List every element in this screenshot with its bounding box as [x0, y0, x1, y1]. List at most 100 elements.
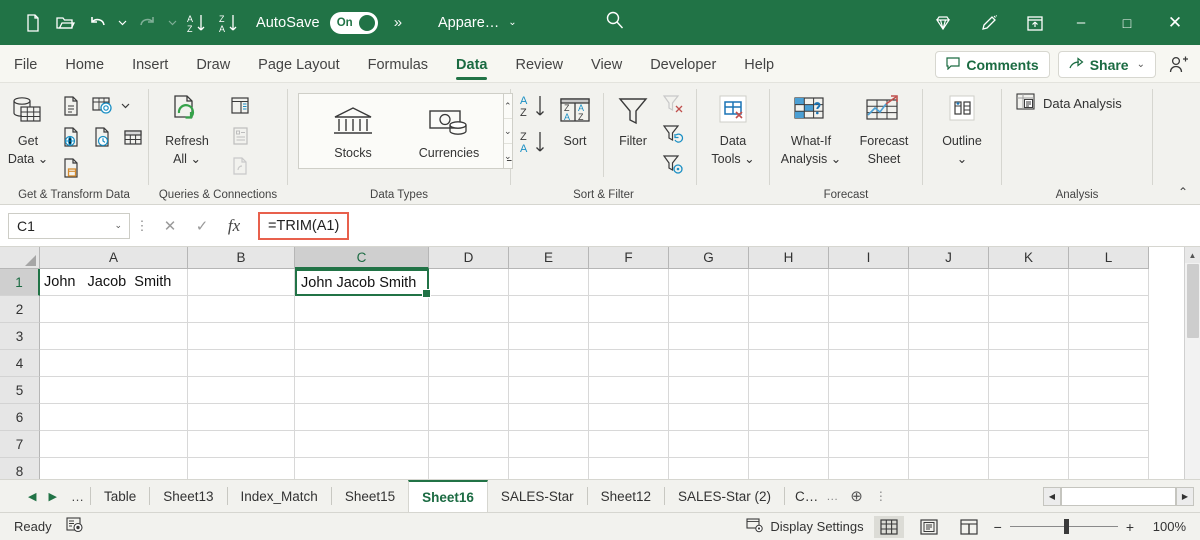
cell-C5[interactable]	[295, 377, 429, 404]
cell-E5[interactable]	[509, 377, 589, 404]
sheet-tab-sheet13[interactable]: Sheet13	[150, 480, 226, 512]
column-header-g[interactable]: G	[669, 247, 749, 269]
cell-J7[interactable]	[909, 431, 989, 458]
cell-B8[interactable]	[188, 458, 295, 479]
cell-F4[interactable]	[589, 350, 669, 377]
formula-bar-grip[interactable]: ⋮	[130, 218, 154, 234]
cell-J6[interactable]	[909, 404, 989, 431]
cell-H3[interactable]	[749, 323, 829, 350]
column-header-l[interactable]: L	[1069, 247, 1149, 269]
autosave-toggle[interactable]: On	[329, 11, 378, 34]
zoom-level[interactable]: 100%	[1144, 519, 1186, 534]
cell-F2[interactable]	[589, 296, 669, 323]
row-header-2[interactable]: 2	[0, 296, 40, 323]
cell-D3[interactable]	[429, 323, 509, 350]
sheet-tab-partial[interactable]: C…	[785, 480, 822, 512]
tab-insert[interactable]: Insert	[118, 48, 182, 82]
cell-E6[interactable]	[509, 404, 589, 431]
cell-F6[interactable]	[589, 404, 669, 431]
cell-G5[interactable]	[669, 377, 749, 404]
cell-G7[interactable]	[669, 431, 749, 458]
recent-sources-icon[interactable]	[87, 122, 117, 152]
cell-J4[interactable]	[909, 350, 989, 377]
open-folder-icon[interactable]	[50, 8, 80, 38]
from-table-range-icon[interactable]	[118, 122, 148, 152]
new-file-icon[interactable]	[18, 8, 48, 38]
cell-L8[interactable]	[1069, 458, 1149, 479]
share-button[interactable]: Share ⌄	[1057, 51, 1156, 78]
existing-connections-icon[interactable]	[56, 153, 86, 183]
filter-button[interactable]: Filter	[608, 89, 658, 151]
cell-L6[interactable]	[1069, 404, 1149, 431]
data-types-gallery[interactable]: Stocks Currencies	[298, 93, 504, 169]
cell-J8[interactable]	[909, 458, 989, 479]
collapse-ribbon-icon[interactable]: ⌃	[1172, 182, 1194, 202]
cell-A3[interactable]	[40, 323, 188, 350]
sheet-tab-sales-star-2[interactable]: SALES-Star (2)	[665, 480, 784, 512]
cell-G2[interactable]	[669, 296, 749, 323]
column-header-h[interactable]: H	[749, 247, 829, 269]
close-button[interactable]: ✕	[1150, 0, 1200, 45]
row-header-6[interactable]: 6	[0, 404, 40, 431]
select-all-corner[interactable]	[0, 247, 40, 269]
cell-F7[interactable]	[589, 431, 669, 458]
cell-C3[interactable]	[295, 323, 429, 350]
record-macro-icon[interactable]	[66, 517, 84, 536]
column-header-d[interactable]: D	[429, 247, 509, 269]
document-title[interactable]: Appare… ⌄	[438, 15, 517, 31]
from-picture-icon[interactable]	[87, 91, 117, 121]
redo-caret-icon[interactable]	[164, 8, 180, 38]
zoom-out-button[interactable]: −	[994, 519, 1002, 535]
undo-caret-icon[interactable]	[114, 8, 130, 38]
sort-ascending-icon[interactable]: AZ	[517, 89, 551, 125]
cell-D5[interactable]	[429, 377, 509, 404]
search-icon[interactable]	[604, 9, 626, 36]
page-break-preview-icon[interactable]	[954, 516, 984, 538]
sheet-tab-index-match[interactable]: Index_Match	[228, 480, 331, 512]
zoom-thumb[interactable]	[1063, 519, 1069, 534]
cell-H8[interactable]	[749, 458, 829, 479]
cell-C4[interactable]	[295, 350, 429, 377]
cell-C7[interactable]	[295, 431, 429, 458]
display-settings-button[interactable]: Display Settings	[746, 517, 864, 536]
properties-icon[interactable]	[225, 121, 255, 151]
minimize-button[interactable]: –	[1058, 0, 1104, 45]
cell-A4[interactable]	[40, 350, 188, 377]
cell-H2[interactable]	[749, 296, 829, 323]
outline-button[interactable]: Outline ⌄	[929, 89, 995, 169]
cell-D1[interactable]	[429, 269, 509, 296]
cell-A8[interactable]	[40, 458, 188, 479]
cell-C8[interactable]	[295, 458, 429, 479]
tab-review[interactable]: Review	[501, 48, 577, 82]
name-box-caret-icon[interactable]: ⌄	[114, 220, 122, 231]
cell-I1[interactable]	[829, 269, 909, 296]
sheet-tab-table[interactable]: Table	[91, 480, 149, 512]
row-header-1[interactable]: 1	[0, 269, 40, 296]
cell-G3[interactable]	[669, 323, 749, 350]
cell-L5[interactable]	[1069, 377, 1149, 404]
cell-K3[interactable]	[989, 323, 1069, 350]
row-header-8[interactable]: 8	[0, 458, 40, 479]
cell-B5[interactable]	[188, 377, 295, 404]
row-header-7[interactable]: 7	[0, 431, 40, 458]
formula-input[interactable]: =TRIM(A1)	[250, 211, 1192, 240]
maximize-button[interactable]: □	[1104, 0, 1150, 45]
forecast-sheet-button[interactable]: Forecast Sheet	[849, 89, 919, 169]
add-sheet-button[interactable]: ⊕	[842, 480, 871, 512]
cell-I5[interactable]	[829, 377, 909, 404]
cell-H6[interactable]	[749, 404, 829, 431]
cell-H7[interactable]	[749, 431, 829, 458]
sheet-overflow-dots[interactable]: …	[65, 480, 90, 512]
comments-button[interactable]: Comments	[935, 51, 1050, 78]
hscroll-track[interactable]	[1061, 486, 1176, 506]
share-people-icon[interactable]	[1164, 55, 1194, 75]
hscroll-left-icon[interactable]: ◀	[1043, 486, 1061, 506]
diamond-icon[interactable]	[920, 0, 966, 45]
tab-help[interactable]: Help	[730, 48, 788, 82]
cell-K1[interactable]	[989, 269, 1069, 296]
sort-descending-icon[interactable]: ZA	[517, 125, 551, 161]
column-header-e[interactable]: E	[509, 247, 589, 269]
sheet-nav-next-icon[interactable]: ▶	[48, 490, 56, 503]
cell-D8[interactable]	[429, 458, 509, 479]
cell-F3[interactable]	[589, 323, 669, 350]
